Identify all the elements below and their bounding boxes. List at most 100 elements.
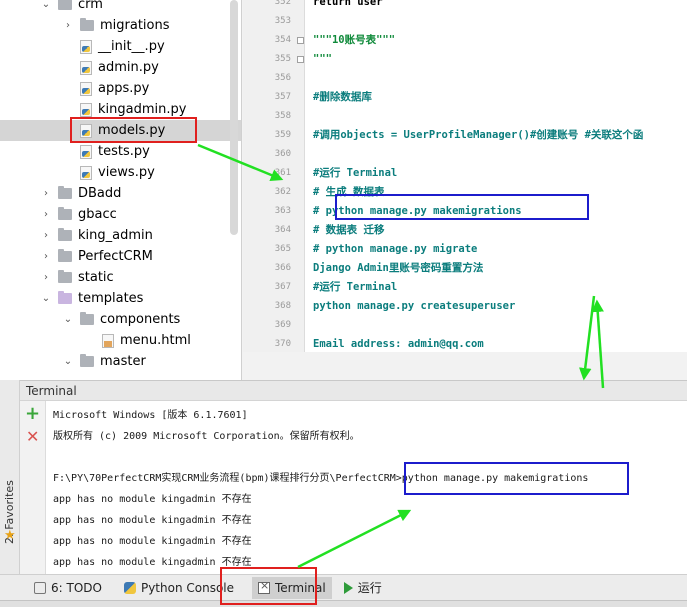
terminal-line: app has no module kingadmin 不存在	[53, 494, 252, 505]
code-line: #调用objects = UserProfileManager()#创建账号 #…	[313, 129, 644, 141]
line-number: 365	[274, 244, 291, 254]
tree-item[interactable]: views.py	[0, 162, 241, 183]
tree-item-label: tests.py	[98, 144, 150, 159]
chevron-right-icon[interactable]: ›	[40, 272, 52, 283]
tree-item-label: kingadmin.py	[98, 102, 187, 117]
tool-tab-run[interactable]: 运行	[338, 577, 388, 599]
tool-tab-label: 6: TODO	[51, 580, 102, 595]
folder-icon	[58, 228, 72, 241]
line-number: 352	[274, 0, 291, 7]
editor-gutter: 352 353 354 355 356 357 358 359 360 361 362 363 364 3…	[243, 0, 305, 380]
line-number: 366	[274, 263, 291, 273]
chevron-right-icon[interactable]: ›	[62, 20, 74, 31]
new-session-icon[interactable]: +	[25, 405, 40, 423]
chevron-right-icon[interactable]: ›	[40, 251, 52, 262]
folder-icon	[58, 270, 72, 283]
star-icon[interactable]: ★	[4, 528, 16, 543]
tree-item[interactable]: ⌄ crm	[0, 0, 241, 15]
folder-icon	[80, 312, 94, 325]
tree-item[interactable]: menu.html	[0, 330, 241, 351]
left-tool-strip: 2: Favorites ★	[0, 380, 20, 574]
code-line: # 数据表 迁移	[313, 224, 385, 236]
terminal-line: 版权所有 (c) 2009 Microsoft Corporation。保留所有…	[53, 431, 360, 442]
tree-item-label: static	[78, 270, 114, 285]
tree-item-label: king_admin	[78, 228, 153, 243]
terminal-line: app has no module kingadmin 不存在	[53, 515, 252, 526]
code-line: return user	[313, 0, 383, 8]
tree-scrollbar[interactable]	[230, 0, 238, 235]
chevron-right-icon[interactable]: ›	[40, 188, 52, 199]
code-line: python manage.py createsuperuser	[313, 300, 516, 312]
tree-item[interactable]: apps.py	[0, 78, 241, 99]
line-number: 359	[274, 130, 291, 140]
code-line: """	[313, 53, 332, 65]
tree-item[interactable]: admin.py	[0, 57, 241, 78]
tree-item[interactable]: ⌄ components	[0, 309, 241, 330]
chevron-down-icon[interactable]: ⌄	[62, 356, 74, 367]
line-number: 364	[274, 225, 291, 235]
code-line: # python manage.py migrate	[313, 243, 478, 255]
chevron-right-icon[interactable]: ›	[40, 209, 52, 220]
fold-marker-icon[interactable]	[297, 37, 304, 44]
code-line: #运行 Terminal	[313, 167, 398, 179]
fold-marker-icon[interactable]	[297, 56, 304, 63]
folder-icon	[80, 18, 94, 31]
python-file-icon	[80, 165, 92, 180]
tree-item-label: DBadd	[78, 186, 122, 201]
tree-item-label: crm	[78, 0, 103, 12]
status-bar	[0, 600, 687, 607]
tree-item[interactable]: tests.py	[0, 141, 241, 162]
line-number: 353	[274, 16, 291, 26]
tree-item[interactable]: › DBadd	[0, 183, 241, 204]
folder-icon	[80, 354, 94, 367]
project-tree: ⌄ crm › migrations __init__.py admin.py apps.p…	[0, 0, 242, 380]
folder-icon	[58, 249, 72, 262]
chevron-down-icon[interactable]: ⌄	[40, 293, 52, 304]
editor-bottom-area	[243, 352, 687, 380]
tree-item-label: views.py	[98, 165, 155, 180]
chevron-right-icon[interactable]: ›	[40, 230, 52, 241]
tree-item[interactable]: › gbacc	[0, 204, 241, 225]
terminal-tools: + ✕	[20, 401, 46, 574]
tree-item[interactable]: › migrations	[0, 15, 241, 36]
tree-item[interactable]: ⌄ master	[0, 351, 241, 372]
html-file-icon	[102, 333, 114, 348]
tree-item-label: __init__.py	[98, 39, 165, 54]
python-file-icon	[80, 39, 92, 54]
template-folder-icon	[58, 291, 72, 304]
folder-icon	[58, 207, 72, 220]
tree-item[interactable]: __init__.py	[0, 36, 241, 57]
python-file-icon	[80, 81, 92, 96]
chevron-down-icon[interactable]: ⌄	[62, 314, 74, 325]
run-icon	[343, 581, 353, 594]
tree-item[interactable]: › static	[0, 267, 241, 288]
tool-tab-todo[interactable]: 6: TODO	[28, 577, 108, 599]
tree-item[interactable]: › king_admin	[0, 225, 241, 246]
code-line: Email address: admin@qq.com	[313, 338, 484, 350]
line-number: 369	[274, 320, 291, 330]
python-file-icon	[80, 144, 92, 159]
tree-item-label: PerfectCRM	[78, 249, 153, 264]
tree-item-label: components	[100, 312, 181, 327]
python-file-icon	[80, 60, 92, 75]
folder-icon	[58, 186, 72, 199]
highlight-makemigrations-comment	[335, 194, 589, 220]
terminal-header: Terminal	[20, 380, 687, 401]
line-number: 356	[274, 73, 291, 83]
code-editor[interactable]: 352 353 354 355 356 357 358 359 360 361 362 363 364 3…	[243, 0, 687, 380]
terminal-line: Microsoft Windows [版本 6.1.7601]	[53, 410, 248, 421]
highlight-models-file	[70, 117, 197, 143]
tree-item-label: apps.py	[98, 81, 150, 96]
line-number: 363	[274, 206, 291, 216]
chevron-down-icon[interactable]: ⌄	[40, 0, 52, 10]
terminal-line: app has no module kingadmin 不存在	[53, 536, 252, 547]
tree-item-label: migrations	[100, 18, 170, 33]
close-session-icon[interactable]: ✕	[26, 428, 39, 446]
tree-item-label: templates	[78, 291, 144, 306]
tool-tab-label: 运行	[357, 581, 382, 595]
code-line: """10账号表"""	[313, 34, 396, 46]
line-number: 357	[274, 92, 291, 102]
tree-item[interactable]: › PerfectCRM	[0, 246, 241, 267]
tree-item[interactable]: ⌄ templates	[0, 288, 241, 309]
highlight-terminal-tab	[220, 567, 317, 605]
